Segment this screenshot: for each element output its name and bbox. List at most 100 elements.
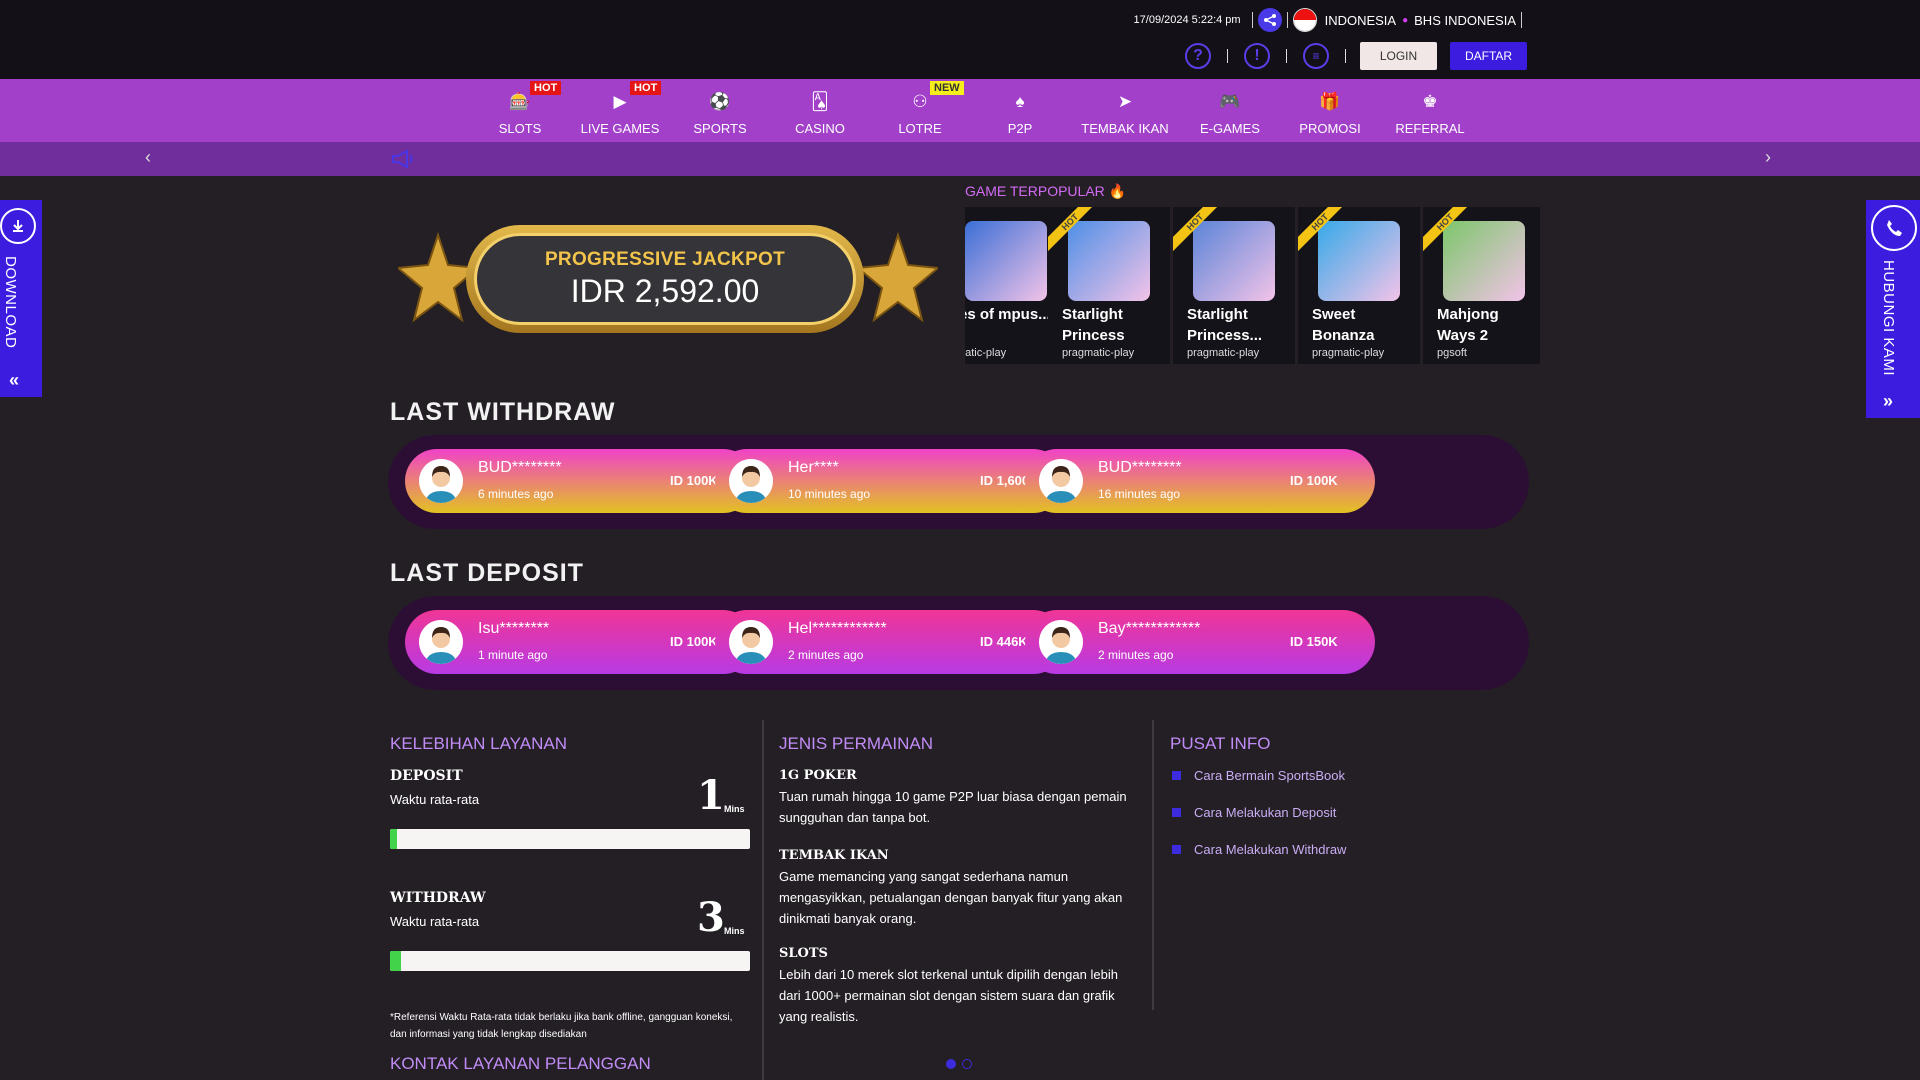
deposit-progress-fill: [390, 829, 398, 849]
nav-items: 🎰 SLOTS HOT ▶ LIVE GAMES HOT ⚽ SPORTS 🂡 CASINO ⚇ LO…: [470, 79, 1480, 142]
hot-ribbon: HOT: [1423, 207, 1469, 253]
entry-amount: ID 150K: [1290, 634, 1338, 649]
chevron-double-left-icon[interactable]: «: [9, 370, 19, 391]
carousel-dot[interactable]: [962, 1059, 972, 1069]
contact-label: HUBUNGI KAMI: [1880, 260, 1897, 377]
info-link-label[interactable]: Cara Bermain SportsBook: [1194, 768, 1345, 783]
info-link-label[interactable]: Cara Melakukan Withdraw: [1194, 842, 1346, 857]
datetime: 17/09/2024 5:22:4 pm: [1133, 14, 1241, 26]
share-icon[interactable]: [1257, 8, 1282, 32]
top-icon-row: ? ! ≡ LOGIN DAFTAR: [1173, 42, 1527, 70]
user-name: Hel************: [788, 620, 887, 637]
withdraw-progress-fill: [390, 951, 401, 971]
nav-item-sports[interactable]: ⚽ SPORTS: [670, 79, 770, 142]
jackpot-title: PROGRESSIVE JACKPOT: [544, 248, 786, 270]
nav-item-live-games[interactable]: ▶ LIVE GAMES HOT: [570, 79, 670, 142]
avatar: [1039, 459, 1083, 503]
game-name[interactable]: Starlight Princess...: [1187, 304, 1291, 346]
info-link[interactable]: Cara Melakukan Deposit: [1172, 805, 1336, 820]
bullet-square-icon: [1172, 808, 1181, 817]
info-link[interactable]: Cara Melakukan Withdraw: [1172, 842, 1346, 857]
avatar: [419, 620, 463, 664]
deposit-entry: Isu******** 1 minute ago ID 100K: [405, 610, 755, 674]
nav-label: CASINO: [795, 121, 845, 136]
register-button[interactable]: DAFTAR: [1450, 42, 1527, 70]
country-label[interactable]: INDONESIA: [1325, 13, 1397, 28]
game-card[interactable]: HOT Sweet Bonanza pragmatic-play: [1298, 207, 1420, 364]
nav-item-referral[interactable]: ♚ REFERRAL: [1380, 79, 1480, 142]
download-icon: [0, 208, 36, 244]
nav-item-p2p[interactable]: ♠ P2P: [970, 79, 1070, 142]
help-icon[interactable]: ?: [1185, 43, 1211, 69]
gift-icon: 🎁: [1319, 92, 1341, 111]
hot-ribbon-label: HOT: [1048, 207, 1094, 253]
indonesia-flag-icon[interactable]: [1292, 8, 1317, 32]
withdraw-entry: BUD******** 16 minutes ago ID 100K: [1025, 449, 1375, 513]
deposit-progress-bar: [390, 829, 750, 849]
deposit-sublabel: Waktu rata-rata: [390, 792, 480, 807]
hot-ribbon: HOT: [1048, 207, 1094, 253]
separator: [1521, 12, 1522, 28]
nav-item-promosi[interactable]: 🎁 PROMOSI: [1280, 79, 1380, 142]
info-link[interactable]: Cara Bermain SportsBook: [1172, 768, 1345, 783]
hot-ribbon: HOT: [1173, 207, 1219, 253]
avatar: [1039, 620, 1083, 664]
deposit-time-value: 1: [697, 772, 725, 819]
referral-icon: ♚: [1422, 92, 1438, 111]
popular-games-carousel: es of mpus...natic-playHOTStarlight Prin…: [965, 207, 1540, 364]
game-card[interactable]: HOT Starlight Princess... pragmatic-play: [1173, 207, 1295, 364]
carousel-dot-active[interactable]: [946, 1059, 956, 1069]
column-divider: [762, 720, 764, 1080]
service-title: KELEBIHAN LAYANAN: [390, 734, 567, 753]
game-provider: pragmatic-play: [1062, 347, 1135, 359]
withdraw-sublabel: Waktu rata-rata: [390, 914, 480, 929]
entry-time: 6 minutes ago: [478, 487, 554, 501]
entry-time: 2 minutes ago: [788, 648, 864, 662]
progressive-jackpot: PROGRESSIVE JACKPOT IDR 2,592.00: [398, 220, 938, 340]
nav-item-slots[interactable]: 🎰 SLOTS HOT: [470, 79, 570, 142]
entry-time: 1 minute ago: [478, 648, 548, 662]
jackpot-display: PROGRESSIVE JACKPOT IDR 2,592.00: [474, 233, 856, 325]
column-divider: [1152, 720, 1154, 1010]
info-icon[interactable]: !: [1244, 43, 1270, 69]
entry-time: 16 minutes ago: [1098, 487, 1181, 501]
chevron-left-icon[interactable]: ‹: [145, 147, 151, 168]
info-link-label[interactable]: Cara Melakukan Deposit: [1194, 805, 1336, 820]
nav-item-lotre[interactable]: ⚇ LOTRE NEW: [870, 79, 970, 142]
game-name[interactable]: Sweet Bonanza: [1312, 304, 1416, 346]
jackpot-frame: PROGRESSIVE JACKPOT IDR 2,592.00: [466, 225, 864, 333]
language-label[interactable]: BHS INDONESIA: [1414, 13, 1516, 28]
avatar: [729, 620, 773, 664]
nav-item-casino[interactable]: 🂡 CASINO: [770, 79, 870, 142]
game-name[interactable]: Starlight Princess: [1062, 304, 1166, 346]
game-provider: pgsoft: [1437, 347, 1467, 359]
game-name[interactable]: Mahjong Ways 2: [1437, 304, 1540, 346]
nav-item-tembak-ikan[interactable]: ➤ TEMBAK IKAN: [1070, 79, 1180, 142]
nav-item-e-games[interactable]: 🎮 E-GAMES: [1180, 79, 1280, 142]
game-thumbnail[interactable]: [965, 221, 1047, 301]
nav-label: SPORTS: [693, 121, 747, 136]
login-button[interactable]: LOGIN: [1360, 42, 1437, 70]
separator: [1251, 12, 1253, 28]
game-type-desc: Lebih dari 10 merek slot terkenal untuk …: [779, 967, 1118, 1024]
popular-games-title: GAME TERPOPULAR 🔥: [965, 183, 1126, 200]
game-card[interactable]: HOT Mahjong Ways 2 pgsoft: [1423, 207, 1540, 364]
game-card[interactable]: HOT Starlight Princess pragmatic-play: [1048, 207, 1170, 364]
dot-separator: ●: [1402, 14, 1409, 26]
last-withdraw-title: LAST WITHDRAW: [390, 398, 616, 426]
withdraw-entry: Her**** 10 minutes ago ID 1,600K: [715, 449, 1065, 513]
hot-ribbon-label: HOT: [1423, 207, 1469, 253]
star-icon: [858, 231, 938, 323]
withdraw-time-unit: Mins: [724, 926, 745, 936]
user-name: Isu********: [478, 620, 550, 637]
download-side-tab[interactable]: DOWNLOAD «: [0, 200, 42, 397]
game-type-name: TEMBAK IKAN: [779, 848, 889, 863]
chevron-double-right-icon[interactable]: »: [1883, 391, 1893, 412]
contact-side-tab[interactable]: HUBUNGI KAMI »: [1866, 200, 1920, 418]
chevron-right-icon[interactable]: ›: [1765, 147, 1771, 168]
user-name: Bay************: [1098, 620, 1201, 637]
gamepad-icon: 🎮: [1219, 92, 1241, 111]
entry-time: 2 minutes ago: [1098, 648, 1174, 662]
chat-icon[interactable]: ≡: [1303, 43, 1329, 69]
game-provider: natic-play: [965, 347, 1007, 359]
